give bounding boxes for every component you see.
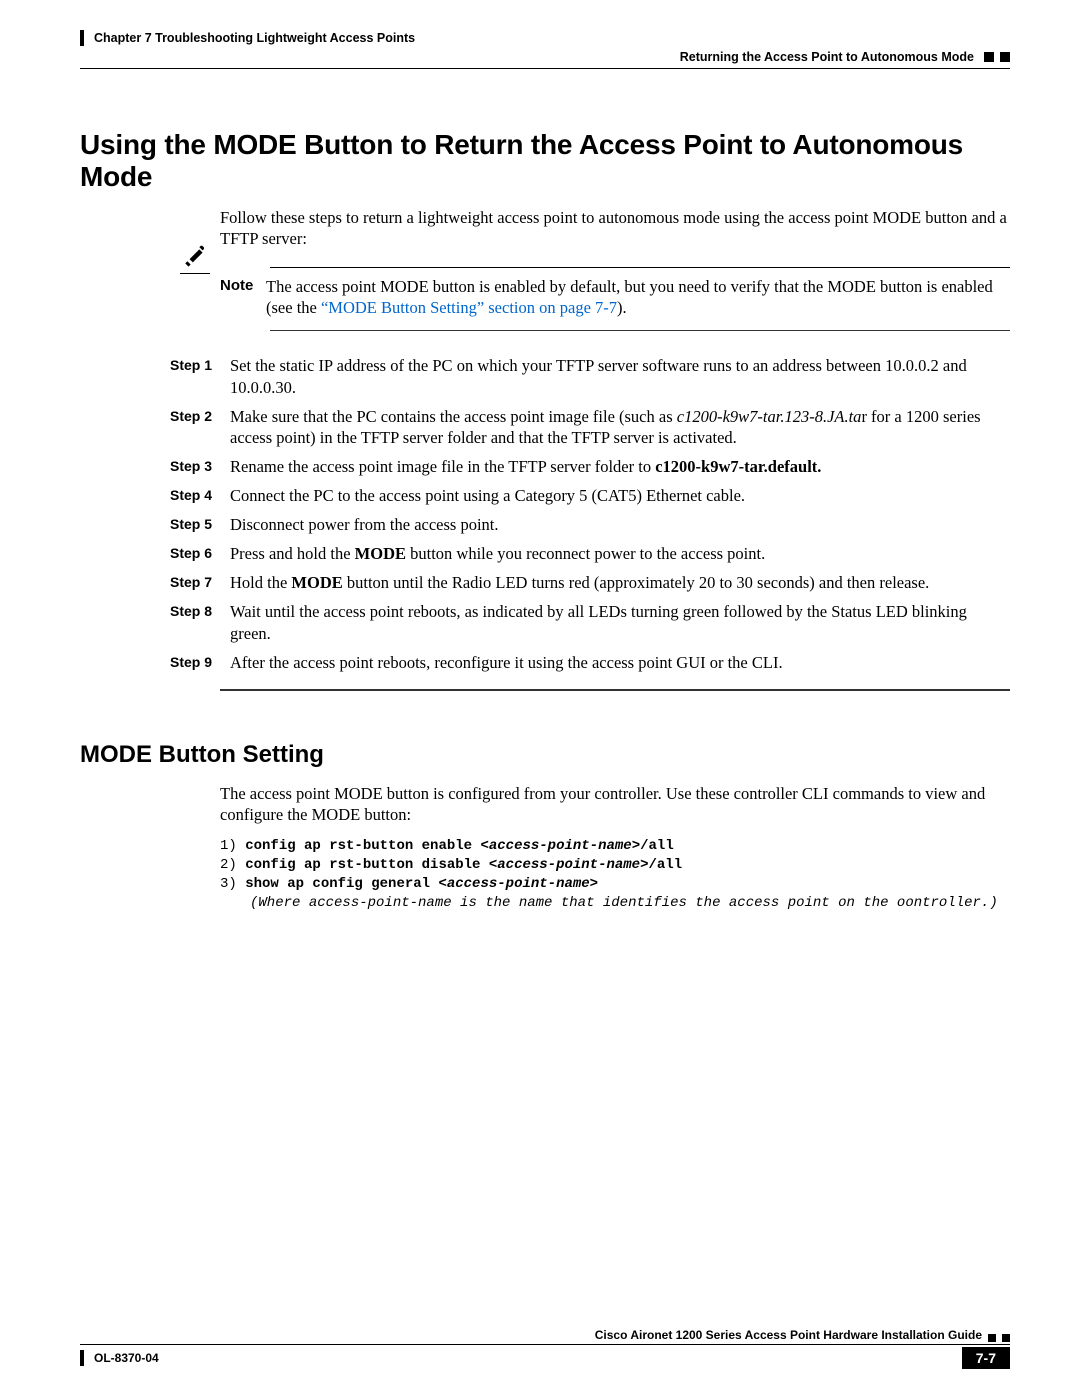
step-text: Rename the access point image file in th… [230,456,1010,477]
step-row: Step 7Hold the MODE button until the Rad… [170,572,1010,593]
header-breadcrumb: Returning the Access Point to Autonomous… [680,50,974,64]
step-row: Step 6Press and hold the MODE button whi… [170,543,1010,564]
header-rule [80,68,1010,69]
step-text: Disconnect power from the access point. [230,514,1010,535]
footer: Cisco Aironet 1200 Series Access Point H… [80,1328,1010,1369]
step-row: Step 2Make sure that the PC contains the… [170,406,1010,448]
note-icon-col [170,245,220,274]
header-chapter-row: Chapter 7 Troubleshooting Lightweight Ac… [80,30,1010,46]
step-label: Step 4 [170,485,230,505]
cli-block: 1) config ap rst-button enable <access-p… [220,837,1010,913]
header-square-icon [1000,52,1010,62]
footer-doc: OL-8370-04 [94,1351,159,1365]
header-breadcrumb-row: Returning the Access Point to Autonomous… [80,50,1010,64]
cli-note: (Where access-point-name is the name tha… [220,894,1010,913]
step-text: Set the static IP address of the PC on w… [230,355,1010,397]
note-text: The access point MODE button is enabled … [266,276,1010,318]
cli-line: 2) config ap rst-button disable <access-… [220,856,1010,875]
step-label: Step 6 [170,543,230,563]
step-label: Step 9 [170,652,230,672]
step-label: Step 8 [170,601,230,621]
header-square-icon [984,52,994,62]
section1-title: Using the MODE Button to Return the Acce… [80,129,1010,193]
step-row: Step 3Rename the access point image file… [170,456,1010,477]
step-text: Hold the MODE button until the Radio LED… [230,572,1010,593]
footer-guide: Cisco Aironet 1200 Series Access Point H… [595,1328,982,1342]
step-label: Step 2 [170,406,230,426]
header-chapter: Chapter 7 Troubleshooting Lightweight Ac… [94,31,415,45]
steps-block: Step 1Set the static IP address of the P… [170,355,1010,690]
footer-bar-icon [80,1350,84,1366]
step-row: Step 9After the access point reboots, re… [170,652,1010,673]
step-label: Step 5 [170,514,230,534]
step-row: Step 1Set the static IP address of the P… [170,355,1010,397]
step-label: Step 1 [170,355,230,375]
step-label: Step 7 [170,572,230,592]
step-text: Wait until the access point reboots, as … [230,601,1010,643]
page-number: 7-7 [962,1347,1010,1369]
step-text: Press and hold the MODE button while you… [230,543,1010,564]
step-row: Step 4Connect the PC to the access point… [170,485,1010,506]
pencil-icon [182,245,208,271]
step-row: Step 8Wait until the access point reboot… [170,601,1010,643]
step-text: Make sure that the PC contains the acces… [230,406,1010,448]
footer-square-icon [1002,1334,1010,1342]
note-label: Note [220,276,266,294]
footer-square-icon [988,1334,996,1342]
step-row: Step 5Disconnect power from the access p… [170,514,1010,535]
note-block: Note The access point MODE button is ena… [170,267,1010,331]
mode-button-setting-link[interactable]: “MODE Button Setting” section on page 7-… [321,298,617,317]
section2-intro: The access point MODE button is configur… [220,783,1010,825]
step-label: Step 3 [170,456,230,476]
section2-title: MODE Button Setting [80,741,1010,769]
step-text: After the access point reboots, reconfig… [230,652,1010,673]
cli-line: 3) show ap config general <access-point-… [220,875,1010,894]
step-text: Connect the PC to the access point using… [230,485,1010,506]
header-bar-icon [80,30,84,46]
cli-line: 1) config ap rst-button enable <access-p… [220,837,1010,856]
section1-intro: Follow these steps to return a lightweig… [220,207,1010,249]
